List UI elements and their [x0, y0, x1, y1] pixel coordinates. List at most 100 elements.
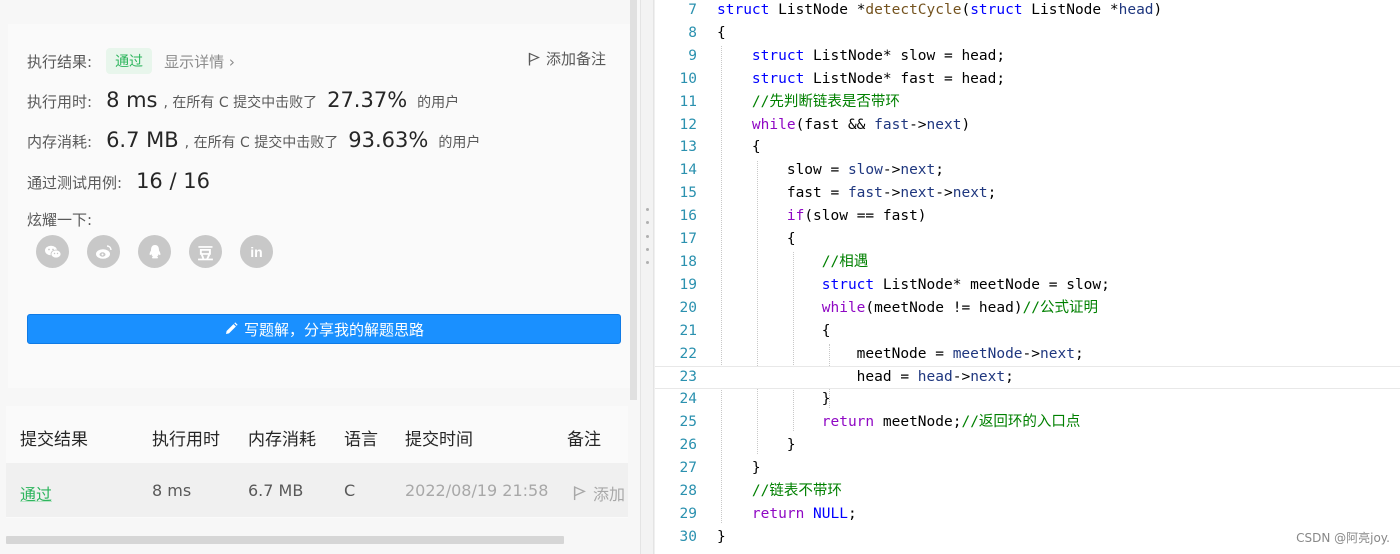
douban-icon[interactable]: 豆	[189, 235, 222, 268]
tests-label: 通过测试用例:	[27, 174, 123, 192]
code-text[interactable]: fast = fast->next->next;	[717, 183, 997, 203]
code-line[interactable]: 16 if(slow == fast)	[655, 206, 1400, 229]
header-time: 提交时间	[405, 430, 473, 450]
code-text[interactable]: }	[717, 435, 796, 455]
code-text[interactable]: while(meetNode != head)//公式证明	[717, 298, 1098, 318]
code-line[interactable]: 23 head = head->next;	[655, 366, 1400, 390]
header-language: 语言	[344, 430, 378, 450]
submission-add-note-button[interactable]: 添加	[573, 481, 625, 505]
code-line[interactable]: 25 return meetNode;//返回环的入口点	[655, 412, 1400, 435]
code-text[interactable]: return meetNode;//返回环的入口点	[717, 412, 1081, 432]
code-text[interactable]: {	[717, 229, 796, 249]
code-text[interactable]: struct ListNode* fast = head;	[717, 69, 1005, 89]
linkedin-icon[interactable]: in	[240, 235, 273, 268]
show-details-link[interactable]: 显示详情 ›	[164, 51, 235, 72]
add-note-button[interactable]: 添加备注	[528, 48, 606, 69]
line-number: 7	[688, 2, 697, 18]
line-number: 19	[679, 276, 697, 293]
memory-percent: 93.63%	[348, 128, 429, 152]
code-line[interactable]: 21 {	[655, 321, 1400, 344]
code-line[interactable]: 26 }	[655, 435, 1400, 458]
write-solution-label: 写题解，分享我的解题思路	[243, 320, 424, 339]
code-text[interactable]: {	[717, 321, 831, 341]
share-label: 炫耀一下:	[27, 211, 93, 229]
status-row: 执行结果: 通过 显示详情 ›	[27, 48, 235, 74]
horizontal-scrollbar[interactable]	[6, 536, 564, 544]
share-row: 炫耀一下:	[27, 209, 92, 230]
code-line[interactable]: 18 //相遇	[655, 252, 1400, 275]
code-line[interactable]: 10 struct ListNode* fast = head;	[655, 69, 1400, 92]
code-text[interactable]: meetNode = meetNode->next;	[717, 344, 1084, 364]
qq-icon[interactable]	[138, 235, 171, 268]
code-text[interactable]: //先判断链表是否带环	[717, 92, 900, 112]
code-line[interactable]: 13 {	[655, 137, 1400, 160]
line-number: 25	[679, 414, 697, 431]
code-text[interactable]: }	[717, 527, 726, 547]
code-text[interactable]: //链表不带环	[717, 481, 842, 501]
code-line[interactable]: 7 struct ListNode *detectCycle(struct Lis…	[655, 0, 1400, 23]
header-note: 备注	[567, 430, 601, 450]
code-text[interactable]: struct ListNode *detectCycle(struct List…	[717, 0, 1162, 20]
code-line[interactable]: 15 fast = fast->next->next;	[655, 183, 1400, 206]
runtime-suffix: 的用户	[417, 95, 460, 111]
code-text[interactable]: struct ListNode* meetNode = slow;	[717, 275, 1110, 295]
status-badge: 通过	[106, 48, 153, 74]
code-text[interactable]: while(fast && fast->next)	[717, 115, 970, 135]
tests-row: 通过测试用例: 16 / 16	[27, 169, 210, 193]
line-number: 30	[679, 528, 697, 545]
code-text[interactable]: return NULL;	[717, 504, 857, 524]
code-line[interactable]: 14 slow = slow->next;	[655, 160, 1400, 183]
wechat-icon[interactable]	[36, 235, 69, 268]
flag-icon	[528, 52, 540, 65]
code-text[interactable]: }	[717, 458, 761, 478]
code-text[interactable]: head = head->next;	[717, 367, 1014, 387]
flag-icon	[573, 486, 586, 501]
code-line[interactable]: 24 }	[655, 389, 1400, 412]
code-line[interactable]: 19 struct ListNode* meetNode = slow;	[655, 275, 1400, 298]
code-text[interactable]: }	[717, 389, 831, 409]
code-line[interactable]: 11 //先判断链表是否带环	[655, 92, 1400, 115]
code-text[interactable]: struct ListNode* slow = head;	[717, 46, 1005, 66]
code-line[interactable]: 30}	[655, 527, 1400, 550]
code-line[interactable]: 20 while(meetNode != head)//公式证明	[655, 298, 1400, 321]
code-editor[interactable]: CSDN @阿亮joy. 7 struct ListNode *detectCyc…	[655, 0, 1400, 554]
share-icons: 豆 in	[36, 235, 273, 268]
line-number: 10	[679, 70, 697, 87]
code-line[interactable]: 28 //链表不带环	[655, 481, 1400, 504]
vertical-scrollbar[interactable]	[630, 0, 637, 400]
code-line[interactable]: 12 while(fast && fast->next)	[655, 115, 1400, 138]
weibo-icon[interactable]	[87, 235, 120, 268]
code-line[interactable]: 8{	[655, 23, 1400, 46]
code-line[interactable]: 29 return NULL;	[655, 504, 1400, 527]
line-number: 13	[679, 139, 697, 156]
submission-result-link[interactable]: 通过	[20, 481, 52, 505]
submission-language: C	[344, 481, 356, 500]
linkedin-glyph: in	[250, 243, 263, 260]
code-line[interactable]: 17 {	[655, 229, 1400, 252]
memory-row: 内存消耗: 6.7 MB , 在所有 C 提交中击败了 93.63% 的用户	[27, 128, 480, 152]
line-number: 16	[679, 208, 697, 225]
write-solution-button[interactable]: 写题解，分享我的解题思路	[27, 314, 621, 344]
memory-text: , 在所有 C 提交中击败了	[184, 135, 339, 151]
table-row[interactable]: 通过 8 ms 6.7 MB C 2022/08/19 21:58 添加	[6, 463, 628, 517]
code-text[interactable]: if(slow == fast)	[717, 206, 927, 226]
status-label: 执行结果:	[27, 52, 93, 71]
submission-runtime: 8 ms	[152, 481, 192, 500]
add-note-label: 添加备注	[545, 50, 606, 68]
code-text[interactable]: {	[717, 137, 761, 157]
submission-add-note-label: 添加	[593, 485, 626, 504]
panel-resize-divider[interactable]	[640, 0, 654, 554]
code-text[interactable]: {	[717, 23, 726, 43]
code-text[interactable]: slow = slow->next;	[717, 160, 944, 180]
runtime-value: 8 ms	[106, 88, 158, 112]
line-number: 22	[679, 345, 697, 362]
code-line[interactable]: 27 }	[655, 458, 1400, 481]
pencil-icon	[225, 322, 238, 334]
result-card: 执行结果: 通过 显示详情 › 添加备注 执行用时: 8 ms , 在所有 C …	[8, 24, 630, 388]
line-number: 18	[679, 253, 697, 270]
code-text[interactable]: //相遇	[717, 252, 868, 272]
header-memory: 内存消耗	[248, 430, 316, 450]
code-line[interactable]: 22 meetNode = meetNode->next;	[655, 344, 1400, 367]
line-number: 26	[679, 437, 697, 454]
code-line[interactable]: 9 struct ListNode* slow = head;	[655, 46, 1400, 69]
